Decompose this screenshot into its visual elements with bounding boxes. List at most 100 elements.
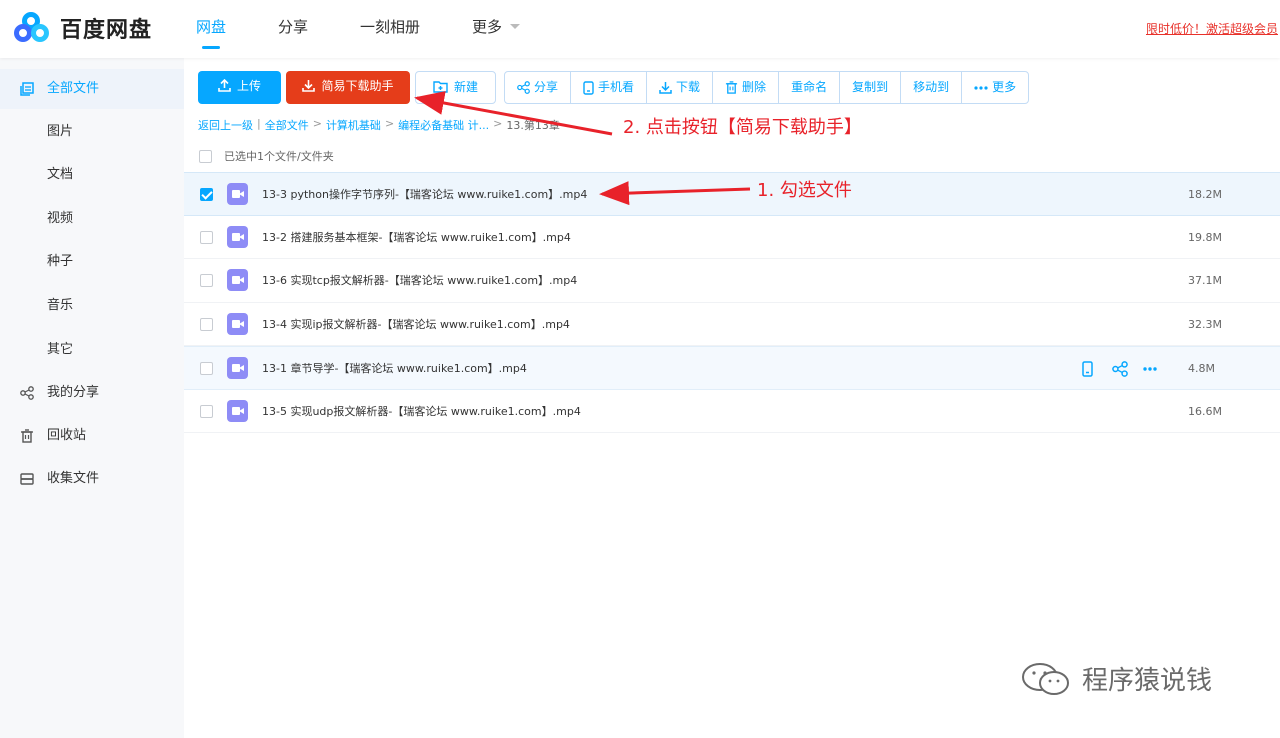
sidebar-item-images[interactable]: 图片 [0,112,184,152]
file-checkbox[interactable] [200,362,213,375]
sidebar: 全部文件 图片 文档 视频 种子 音乐 其它 我的分享 回收站 收集文件 [0,58,184,738]
new-label: 新建 [453,80,478,94]
sidebar-item-label: 视频 [47,211,74,226]
nav-album[interactable]: 一刻相册 [360,0,420,58]
wechat-icon [1022,662,1069,695]
more-dots-icon[interactable] [1142,361,1158,377]
move-to-button[interactable]: 移动到 [901,72,963,103]
top-header: 百度网盘 网盘 分享 一刻相册 更多 限时低价！激活超级会员 [0,0,1280,58]
breadcrumb-item[interactable]: 编程必备基础 计... [398,117,489,133]
folder-icon [20,82,34,96]
breadcrumb-item[interactable]: 计算机基础 [326,117,381,133]
file-action-group: 分享 手机看 下载 删除 重命名 复制到 移动到 更多 [504,71,1030,104]
file-row[interactable]: 13-2 搭建服务基本框架-【瑞客论坛 www.ruike1.com】.mp4 … [184,216,1280,259]
sidebar-item-label: 其它 [47,342,74,357]
brand-name: 百度网盘 [60,18,153,43]
more-actions-button[interactable]: 更多 [962,72,1028,103]
rename-button[interactable]: 重命名 [779,72,841,103]
breadcrumb: 返回上一级 | 全部文件 > 计算机基础 > 编程必备基础 计... > 13.… [198,117,560,133]
sidebar-item-videos[interactable]: 视频 [0,199,184,239]
sidebar-item-label: 全部文件 [47,81,100,96]
file-checkbox[interactable] [200,230,213,244]
nav-netdisk[interactable]: 网盘 [196,0,226,58]
video-file-icon [227,225,248,248]
copy-to-button[interactable]: 复制到 [840,72,902,103]
file-row[interactable]: 13-5 实现udp报文解析器-【瑞客论坛 www.ruike1.com】.mp… [184,390,1280,433]
annotation-step-1: 1. 勾选文件 [757,180,852,201]
download-icon [302,80,316,92]
chevron-down-icon [510,24,521,29]
vip-promo-link[interactable]: 限时低价！激活超级会员 [1146,20,1278,37]
phone-view-icon[interactable] [1082,361,1098,377]
sidebar-item-music[interactable]: 音乐 [0,286,184,326]
file-row[interactable]: 13-6 实现tcp报文解析器-【瑞客论坛 www.ruike1.com】.mp… [184,259,1280,303]
upload-icon [218,78,231,92]
file-checkbox[interactable] [200,274,213,287]
select-all-checkbox[interactable] [199,149,212,163]
sidebar-item-label: 文档 [47,167,74,182]
nav-more[interactable]: 更多 [472,0,521,58]
file-row[interactable]: 13-3 python操作字节序列-【瑞客论坛 www.ruike1.com】.… [184,172,1280,216]
new-folder-icon [433,81,448,93]
nav-share[interactable]: 分享 [278,0,308,58]
sidebar-item-collect-files[interactable]: 收集文件 [0,459,184,499]
share-icon [517,81,530,94]
helper-label: 简易下载助手 [321,79,394,93]
file-row[interactable]: 13-1 章节导学-【瑞客论坛 www.ruike1.com】.mp4 4.8M [184,346,1280,390]
video-file-icon [227,312,248,335]
file-list: 13-3 python操作字节序列-【瑞客论坛 www.ruike1.com】.… [184,172,1280,433]
breadcrumb-separator: > [312,117,322,130]
watermark-text: 程序猿说钱 [1082,666,1213,696]
sidebar-item-docs[interactable]: 文档 [0,155,184,195]
sidebar-item-all-files[interactable]: 全部文件 [0,69,184,109]
new-folder-button[interactable]: 新建 [415,71,496,104]
file-size: 4.8M [1188,362,1215,375]
breadcrumb-divider: | [257,117,261,130]
sidebar-item-torrents[interactable]: 种子 [0,242,184,282]
file-checkbox[interactable] [200,404,213,418]
download-button[interactable]: 下载 [647,72,714,103]
upload-button[interactable]: 上传 [198,71,281,104]
video-file-icon [227,183,248,205]
share-button[interactable]: 分享 [505,72,572,103]
file-checkbox[interactable] [200,317,213,331]
video-file-icon [227,399,248,422]
file-size: 32.3M [1188,317,1222,331]
sidebar-item-label: 音乐 [47,298,74,313]
file-name[interactable]: 13-6 实现tcp报文解析器-【瑞客论坛 www.ruike1.com】.mp… [262,259,577,302]
file-name[interactable]: 13-4 实现ip报文解析器-【瑞客论坛 www.ruike1.com】.mp4 [262,303,570,346]
nav-more-label: 更多 [472,18,503,36]
selection-count: 已选中1个文件/文件夹 [224,150,334,163]
more-dots-icon [974,85,988,90]
file-name[interactable]: 13-3 python操作字节序列-【瑞客论坛 www.ruike1.com】.… [262,173,587,216]
sidebar-item-other[interactable]: 其它 [0,330,184,370]
delete-button[interactable]: 删除 [713,72,780,103]
phone-icon [583,80,594,95]
download-icon [659,82,672,94]
collect-icon [20,473,34,485]
breadcrumb-current: 13.第13章 [506,119,560,132]
breadcrumb-back-link[interactable]: 返回上一级 [198,117,253,133]
baidu-netdisk-logo[interactable]: 百度网盘 [14,11,152,45]
share-icon[interactable] [1112,361,1128,377]
share-label: 分享 [534,80,559,94]
breadcrumb-item[interactable]: 全部文件 [265,117,309,133]
file-name[interactable]: 13-1 章节导学-【瑞客论坛 www.ruike1.com】.mp4 [262,347,527,390]
easy-download-helper-button[interactable]: 简易下载助手 [286,71,410,104]
select-all-row: 已选中1个文件/文件夹 [199,148,334,164]
file-size: 18.2M [1188,188,1222,201]
file-row[interactable]: 13-4 实现ip报文解析器-【瑞客论坛 www.ruike1.com】.mp4… [184,303,1280,346]
sidebar-item-my-shares[interactable]: 我的分享 [0,373,184,413]
trash-icon [725,81,738,94]
wechat-watermark: 程序猿说钱 [1020,660,1212,697]
file-name[interactable]: 13-5 实现udp报文解析器-【瑞客论坛 www.ruike1.com】.mp… [262,390,581,433]
file-checkbox[interactable] [200,188,213,201]
phone-view-button[interactable]: 手机看 [571,72,648,103]
video-file-icon [227,357,248,379]
sidebar-item-recycle-bin[interactable]: 回收站 [0,416,184,456]
trash-icon [21,429,33,443]
download-label: 下载 [676,80,701,94]
file-size: 16.6M [1188,404,1222,418]
file-name[interactable]: 13-2 搭建服务基本框架-【瑞客论坛 www.ruike1.com】.mp4 [262,216,571,259]
sidebar-item-label: 种子 [47,254,74,269]
